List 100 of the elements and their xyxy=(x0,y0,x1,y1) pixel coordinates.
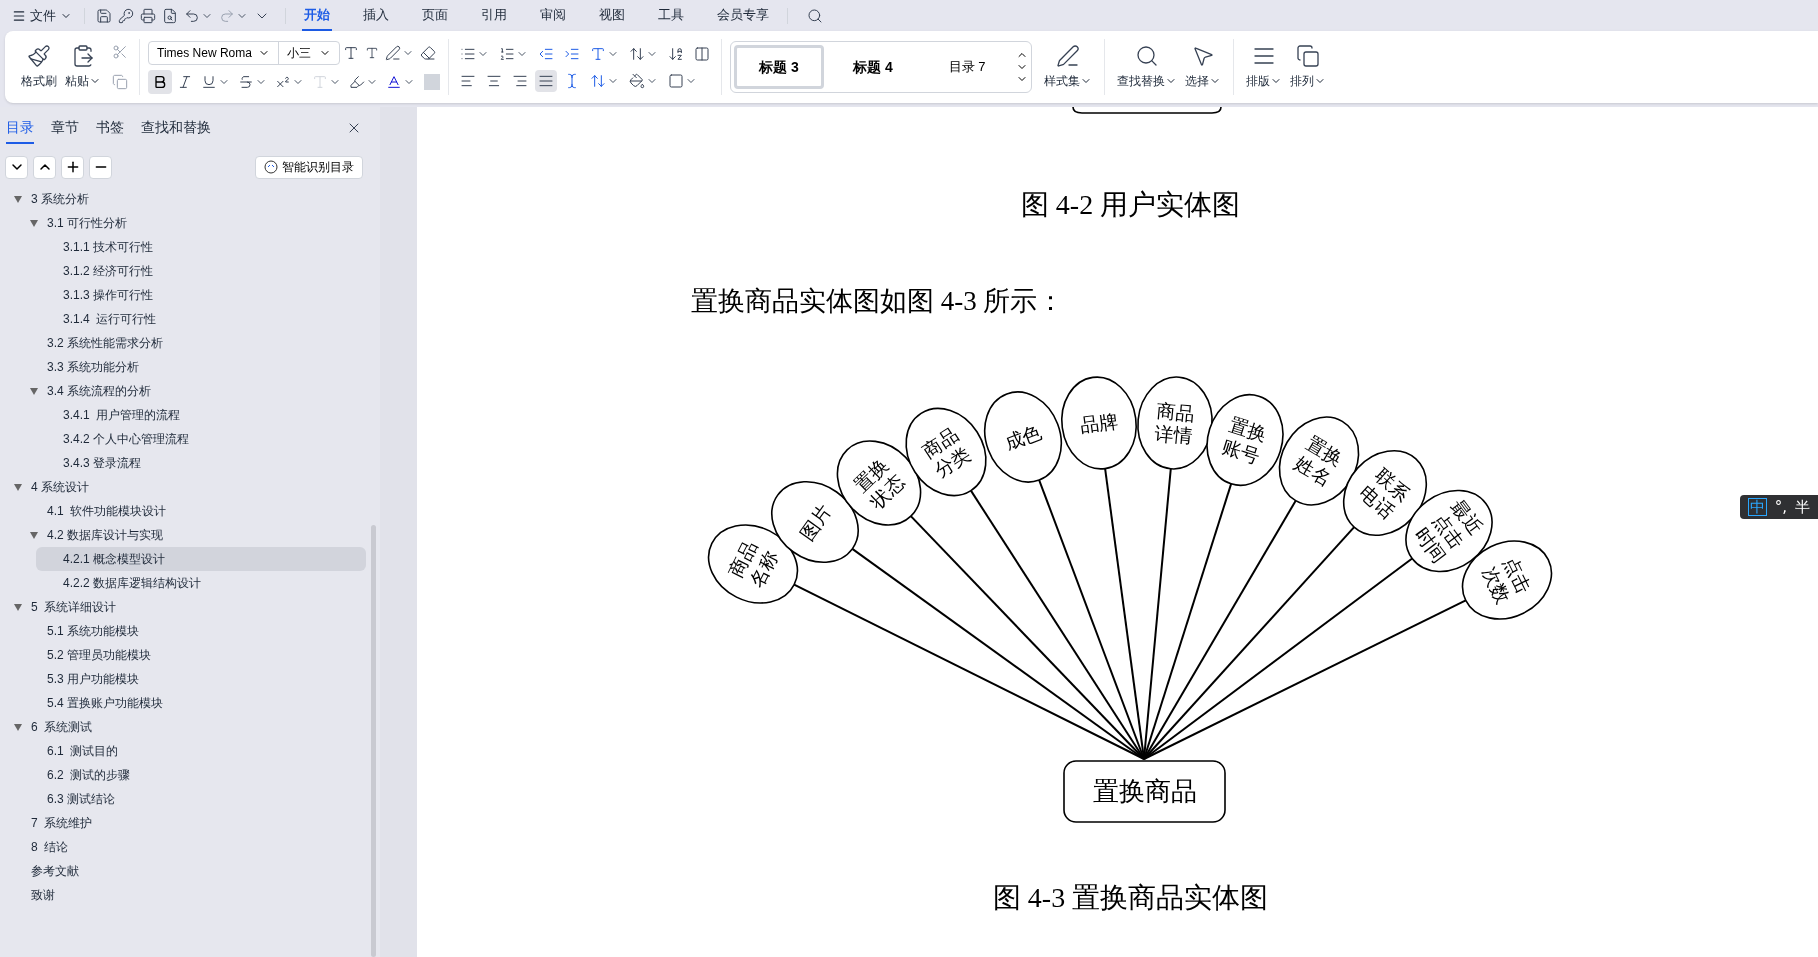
numbered-list-icon[interactable] xyxy=(499,45,515,62)
print-preview-icon[interactable] xyxy=(162,7,178,24)
bold-icon[interactable] xyxy=(148,69,172,94)
phonetic-icon[interactable] xyxy=(385,44,401,61)
toc-item[interactable]: 3.4.2 个人中心管理流程 xyxy=(36,427,366,451)
attribute-ellipse: 成色 xyxy=(984,391,1062,483)
style-item[interactable]: 标题 4 xyxy=(828,45,918,89)
style-set-button[interactable]: 样式集 xyxy=(1040,44,1096,90)
toc-item[interactable]: 7 系统维护 xyxy=(4,811,366,835)
style-item[interactable]: 标题 3 xyxy=(734,45,824,89)
toc-item[interactable]: 3.1.2 经济可行性 xyxy=(36,259,366,283)
font-color-icon[interactable] xyxy=(386,73,402,90)
toc-item[interactable]: 4.2 数据库设计与实现 xyxy=(20,523,366,547)
columns-icon[interactable] xyxy=(694,45,710,62)
button-label: 排版 xyxy=(1246,73,1270,90)
justify-icon[interactable] xyxy=(535,69,557,92)
attribute-ellipse: 点击次数 xyxy=(1461,540,1553,620)
layout-button[interactable]: 排版 xyxy=(1242,44,1286,90)
highlighter-icon[interactable] xyxy=(349,73,365,90)
toc-item[interactable]: 3.1.1 技术可行性 xyxy=(36,235,366,259)
italic-icon[interactable] xyxy=(177,73,193,90)
shrink-font-icon[interactable] xyxy=(365,45,379,60)
eraser-icon[interactable] xyxy=(420,44,436,61)
smart-toc-button[interactable]: 智能识别目录 xyxy=(255,155,363,179)
remove-icon[interactable] xyxy=(89,155,112,179)
ime-indicator[interactable]: 中 °, 半 xyxy=(1739,495,1818,519)
shading-icon[interactable] xyxy=(629,72,645,89)
expand-icon[interactable] xyxy=(33,155,56,179)
sidebar-tab[interactable]: 查找和替换 xyxy=(141,112,211,144)
sidebar-tab[interactable]: 目录 xyxy=(6,112,34,144)
toc-item[interactable]: 4.2.2 数据库逻辑结构设计 xyxy=(36,571,366,595)
underline-icon[interactable] xyxy=(201,73,217,90)
toc-item[interactable]: 4.1 软件功能模块设计 xyxy=(20,499,366,523)
ribbon-tab[interactable]: 页面 xyxy=(420,0,450,31)
line-spacing-icon[interactable] xyxy=(590,72,606,89)
toc-item[interactable]: 5.1 系统功能模块 xyxy=(20,619,366,643)
smart-icon xyxy=(264,160,278,174)
strikethrough-icon[interactable] xyxy=(238,73,254,90)
attribute-ellipse: 商品名称 xyxy=(707,524,799,604)
attribute-ellipse: 置换状态 xyxy=(836,440,922,526)
ribbon-tab[interactable]: 会员专享 xyxy=(715,0,771,31)
paste-icon xyxy=(71,44,95,68)
toc-item[interactable]: 3.2 系统性能需求分析 xyxy=(20,331,366,355)
arrange-button[interactable]: 排列 xyxy=(1286,44,1330,90)
toc-item[interactable]: 3.3 系统功能分析 xyxy=(20,355,366,379)
toc-item[interactable]: 3.4.3 登录流程 xyxy=(36,451,366,475)
arrange-icon xyxy=(1296,44,1320,68)
toc-item[interactable]: 6.1 测试目的 xyxy=(20,739,366,763)
ribbon-tab[interactable]: 插入 xyxy=(361,0,391,31)
search-icon[interactable] xyxy=(807,7,823,24)
swap-icon[interactable] xyxy=(629,45,645,62)
toc-item[interactable]: 3.1 可行性分析 xyxy=(20,211,366,235)
attribute-ellipse: 置换姓名 xyxy=(1278,416,1360,506)
border-icon[interactable] xyxy=(668,72,684,89)
sidebar-tab[interactable]: 章节 xyxy=(51,112,79,144)
sort-icon[interactable] xyxy=(668,45,684,62)
style-item[interactable]: 目录 7 xyxy=(922,45,1012,89)
toc-item[interactable]: 5 系统详细设计 xyxy=(4,595,366,619)
toc-item[interactable]: 8 结论 xyxy=(4,835,366,859)
ribbon-tab[interactable]: 工具 xyxy=(656,0,686,31)
toc-item[interactable]: 3.1.3 操作可行性 xyxy=(36,283,366,307)
toc-item[interactable]: 5.2 管理员功能模块 xyxy=(20,643,366,667)
find-replace-button[interactable]: 查找替换 xyxy=(1113,44,1181,90)
ribbon-tab[interactable]: 视图 xyxy=(597,0,627,31)
toc-item[interactable]: 6.3 测试结论 xyxy=(20,787,366,811)
sidebar-tab[interactable]: 书签 xyxy=(96,112,124,144)
file-menu[interactable]: 文件 xyxy=(8,5,76,26)
toc-item[interactable]: 3 系统分析 xyxy=(4,187,366,211)
print-icon[interactable] xyxy=(140,7,156,24)
key-icon[interactable] xyxy=(118,7,134,24)
paste-button[interactable]: 粘贴 xyxy=(61,44,105,90)
save-icon[interactable] xyxy=(96,7,112,24)
toc-item[interactable]: 4 系统设计 xyxy=(4,475,366,499)
entity-box: 置换商品 xyxy=(1063,760,1226,823)
toc-item[interactable]: 5.3 用户功能模块 xyxy=(20,667,366,691)
toc-item[interactable]: 3.4.1 用户管理的流程 xyxy=(36,403,366,427)
toc-item[interactable]: 致谢 xyxy=(4,883,366,907)
file-menu-label: 文件 xyxy=(30,6,56,25)
collapse-icon[interactable] xyxy=(5,155,28,179)
toc-item[interactable]: 6 系统测试 xyxy=(4,715,366,739)
toc-item[interactable]: 5.4 置换账户功能模块 xyxy=(20,691,366,715)
ribbon-tab[interactable]: 引用 xyxy=(479,0,509,31)
toc-item[interactable]: 参考文献 xyxy=(4,859,366,883)
button-label: 样式集 xyxy=(1044,73,1080,90)
undo-icon[interactable] xyxy=(184,7,200,24)
grow-font-icon[interactable] xyxy=(343,44,359,61)
button-label: 选择 xyxy=(1185,73,1209,90)
button-label: 粘贴 xyxy=(65,73,89,90)
cut-icon[interactable] xyxy=(112,44,128,60)
toc-item[interactable]: 6.2 测试的步骤 xyxy=(20,763,366,787)
attribute-ellipse: 置换账号 xyxy=(1206,393,1284,487)
format-painter-button[interactable]: 格式刷 xyxy=(17,44,61,90)
ribbon-tab[interactable]: 审阅 xyxy=(538,0,568,31)
toc-item[interactable]: 3.1.4 运行可行性 xyxy=(36,307,366,331)
scrollbar[interactable] xyxy=(371,525,376,957)
toc-item[interactable]: 3.4 系统流程的分析 xyxy=(20,379,366,403)
select-button[interactable]: 选择 xyxy=(1181,44,1225,90)
button-label: 格式刷 xyxy=(21,73,57,90)
toc-item[interactable]: 4.2.1 概念模型设计 xyxy=(36,547,366,571)
add-icon[interactable] xyxy=(61,155,84,179)
